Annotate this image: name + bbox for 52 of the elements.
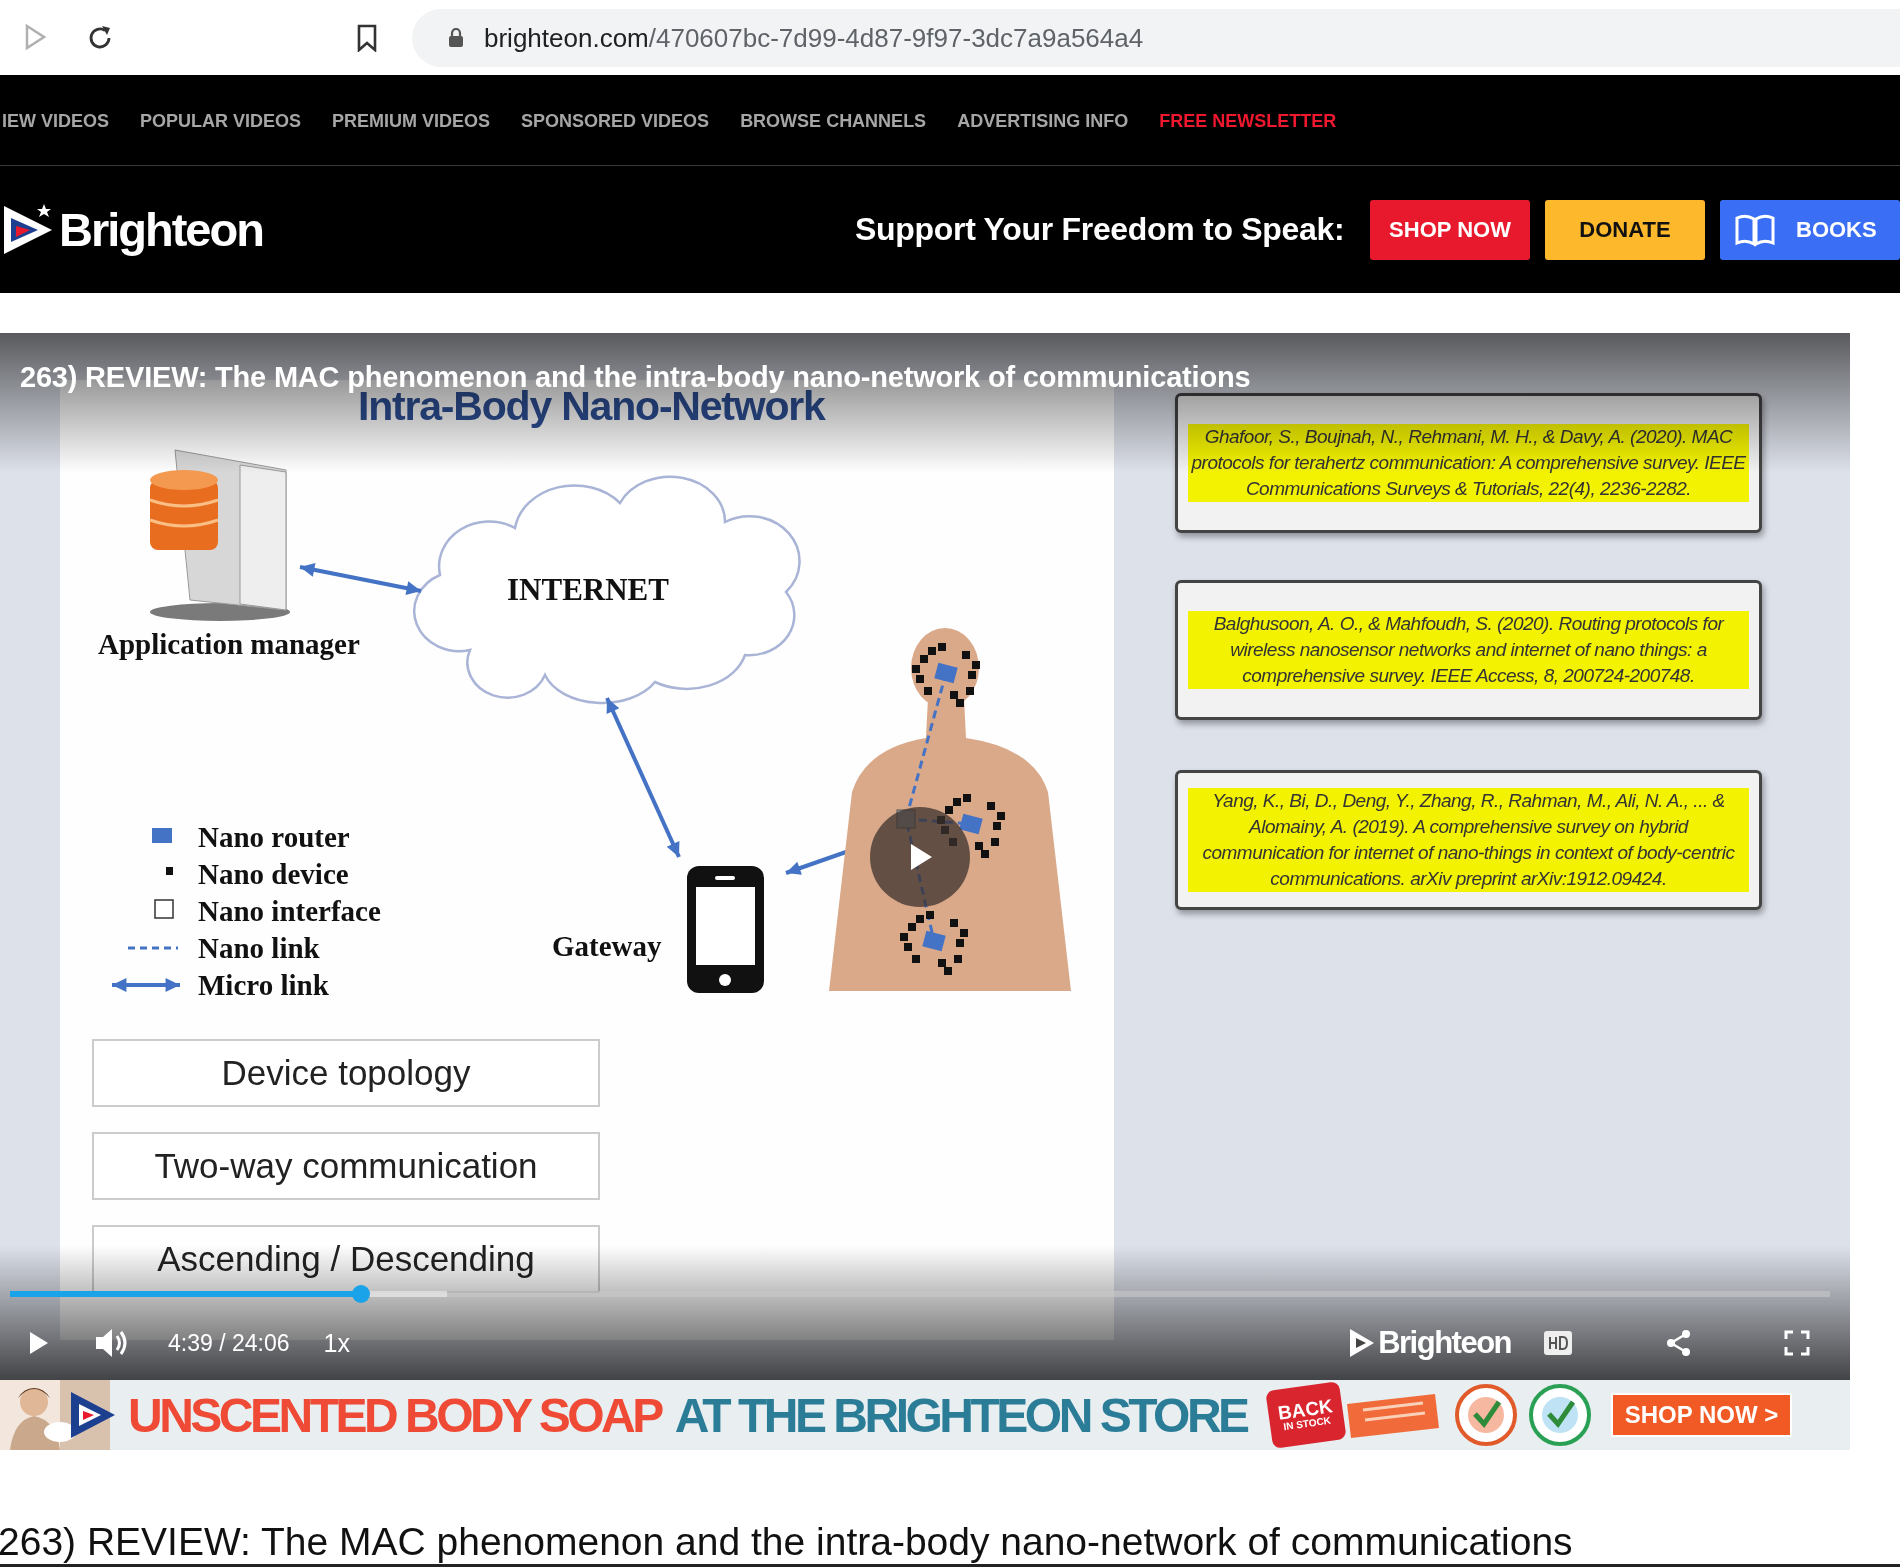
hd-icon[interactable] xyxy=(1543,1330,1573,1356)
nav-link[interactable]: FREE NEWSLETTER xyxy=(1159,110,1337,132)
reference-text: Balghusoon, A. O., & Mahfoudh, S. (2020). Routing protocols for wireless nanosensor networks and internet of nano things: a comprehensive survey. IEEE Access, 8, 200724-200748. xyxy=(1188,611,1749,689)
application-manager-label: Application manager xyxy=(98,628,360,660)
fullscreen-icon[interactable] xyxy=(1784,1330,1810,1356)
tagline: Support Your Freedom to Speak: xyxy=(855,211,1346,248)
legend-label: Nano device xyxy=(198,858,349,890)
nav-link[interactable]: SPONSORED VIDEOS xyxy=(521,110,710,132)
nano-router-icon xyxy=(152,828,172,843)
time-display: 4:39 / 24:06 xyxy=(168,1329,290,1357)
gateway-label: Gateway xyxy=(552,930,662,962)
book-icon xyxy=(1734,212,1776,247)
double-arrow-icon xyxy=(112,978,180,992)
legend-label: Nano link xyxy=(198,932,320,964)
nano-device-icon xyxy=(166,867,173,875)
nano-interface-icon xyxy=(154,899,174,919)
nav-link[interactable]: ADVERTISING INFO xyxy=(957,110,1129,132)
nav-link[interactable]: PREMIUM VIDEOS xyxy=(332,110,491,132)
seal-icon xyxy=(1528,1384,1591,1446)
play-icon[interactable] xyxy=(28,1330,50,1356)
nav-link[interactable]: POPULAR VIDEOS xyxy=(140,110,302,132)
seal-icon xyxy=(1454,1384,1517,1446)
topic-panel: Two-way communication xyxy=(92,1132,600,1200)
reference-text: Yang, K., Bi, D., Deng, Y., Zhang, R., Rahman, M., Ali, N. A., ... & Alomainy, A. (2019). A comprehensive survey on hybrid communication for internet of nano-things in context of body-centric communications. arXiv preprint arXiv:1912.09424. xyxy=(1188,788,1749,892)
lock-icon xyxy=(448,28,464,48)
stock-badge: BACK IN STOCK xyxy=(1264,1381,1347,1449)
books-button[interactable]: BOOKS xyxy=(1720,199,1900,260)
play-icon xyxy=(908,842,934,872)
playback-speed-button[interactable]: 1x xyxy=(323,1328,350,1358)
share-icon[interactable] xyxy=(1666,1329,1692,1357)
nav-link[interactable]: IEW VIDEOS xyxy=(2,110,109,132)
ad-headline: AT THE BRIGHTEON STORE xyxy=(674,1387,1247,1443)
ad-banner[interactable]: UNSCENTED BODY SOAP AT THE BRIGHTEON STORE BACK IN STOCK SHOP NOW > xyxy=(0,1380,1850,1450)
brand-name: Brighteon xyxy=(59,202,263,257)
reference-text: Ghafoor, S., Boujnah, N., Rehmani, M. H., & Davy, A. (2020). MAC protocols for terahertz communication: A comprehensive survey. IEEE Communications Surveys & Tutorials, 22(4), 2236-2282. xyxy=(1188,424,1749,502)
phone-icon xyxy=(687,866,764,993)
legend-label: Nano router xyxy=(198,821,350,853)
legend-label: Nano interface xyxy=(198,895,381,927)
topic-panel: Device topology xyxy=(92,1039,600,1107)
page-title: 263) REVIEW: The MAC phenomenon and the intra-body nano-network of communications xyxy=(0,1520,1574,1564)
internet-label: INTERNET xyxy=(507,572,669,607)
bookmark-icon[interactable] xyxy=(356,24,378,52)
ad-headline: UNSCENTED BODY SOAP xyxy=(128,1387,661,1443)
player-brand-name: Brighteon xyxy=(1378,1325,1511,1361)
legend-label: Micro link xyxy=(198,969,329,1001)
donate-button[interactable]: DONATE xyxy=(1545,199,1705,260)
shop-button[interactable]: SHOP NOW xyxy=(1370,199,1530,260)
nav-link[interactable]: BROWSE CHANNELS xyxy=(740,110,927,132)
address-bar[interactable]: brighteon.com/470607bc-7d99-4d87-9f97-3dc7a9a564a4 xyxy=(412,9,1900,67)
dashed-line-icon xyxy=(128,946,178,950)
server-icon xyxy=(148,449,290,621)
topic-panel: Ascending / Descending xyxy=(92,1225,600,1293)
